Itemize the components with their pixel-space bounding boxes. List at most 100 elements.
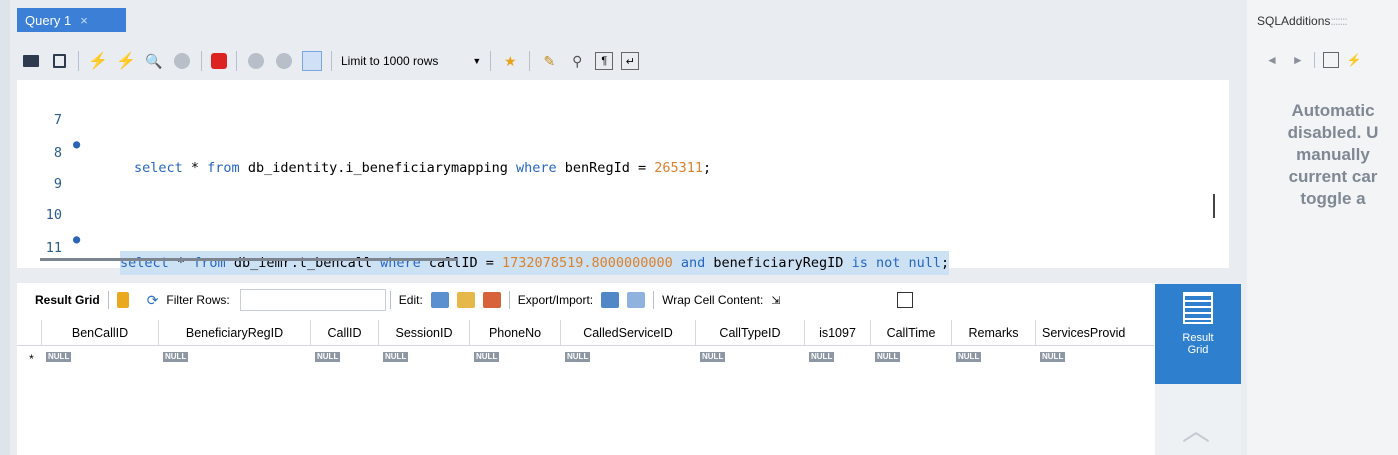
stop-icon[interactable] bbox=[172, 51, 192, 71]
limit-rows-label: Limit to 1000 rows bbox=[341, 54, 439, 68]
editor-line: 8 bbox=[17, 117, 1229, 161]
panel-nav: ◄ ► ⚡ bbox=[1266, 52, 1362, 68]
column-header[interactable]: is1097 bbox=[805, 320, 871, 346]
refresh-icon[interactable]: ⟳ bbox=[147, 292, 159, 309]
edit-row-icon[interactable] bbox=[430, 292, 449, 308]
save-icon[interactable] bbox=[49, 51, 69, 71]
editor-horizontal-scrollbar[interactable] bbox=[40, 258, 458, 261]
column-header[interactable]: SessionID bbox=[379, 320, 470, 346]
null-cell[interactable]: NULL bbox=[46, 352, 72, 362]
result-grid-tab[interactable]: Result Grid bbox=[35, 293, 100, 307]
wrap-cell-content-label: Wrap Cell Content: bbox=[662, 293, 764, 307]
panel-title: SQLAdditions::::::: bbox=[1257, 14, 1348, 28]
toolbar-divider bbox=[529, 51, 531, 71]
wrap-cell-icon[interactable]: ⇲ bbox=[771, 294, 780, 307]
null-cell[interactable]: NULL bbox=[809, 352, 835, 362]
line-number: 11 bbox=[45, 240, 62, 256]
nav-next-icon[interactable]: ► bbox=[1292, 53, 1304, 67]
toolbar-divider bbox=[1313, 52, 1315, 68]
open-file-icon[interactable] bbox=[21, 51, 41, 71]
execute-current-icon[interactable]: ⚡ bbox=[116, 51, 136, 71]
result-toolbar: Result Grid ⟳ Filter Rows: Edit: Export/… bbox=[17, 286, 1157, 314]
export-import-label: Export/Import: bbox=[517, 293, 594, 307]
toolbar-divider bbox=[201, 51, 202, 71]
column-header[interactable]: BeneficiaryRegID bbox=[159, 320, 311, 346]
toolbar-divider bbox=[653, 291, 655, 309]
toolbar-divider bbox=[389, 291, 391, 309]
toolbar-divider bbox=[236, 51, 237, 71]
toolbar-divider bbox=[78, 51, 79, 71]
insert-row-icon[interactable] bbox=[456, 292, 475, 308]
editor-line: 10 ● select * from db_iemr.t_bencall whe… bbox=[17, 179, 1229, 275]
left-gutter bbox=[0, 0, 10, 455]
grid-icon bbox=[1183, 292, 1213, 324]
rollback-icon[interactable] bbox=[274, 51, 294, 71]
find-icon[interactable]: ⚲ bbox=[567, 51, 587, 71]
column-header[interactable]: CallID bbox=[311, 320, 379, 346]
help-line: toggle a bbox=[1300, 189, 1366, 208]
autocommit-icon[interactable] bbox=[302, 51, 322, 71]
context-help-message: Automatic disabled. U manually current c… bbox=[1243, 100, 1398, 210]
toggle-panel-checkbox[interactable] bbox=[896, 292, 913, 308]
invisible-chars-icon[interactable]: ¶ bbox=[595, 52, 614, 70]
row-selector-header bbox=[17, 320, 42, 346]
tab-label: Query 1 bbox=[25, 12, 72, 28]
table-row[interactable]: * NULL NULL NULL NULL NULL NULL NULL NUL… bbox=[17, 346, 1154, 368]
column-header[interactable]: ServicesProvid bbox=[1036, 320, 1154, 346]
sql-statement-10[interactable]: select * from db_iemr.t_bencall where ca… bbox=[120, 251, 950, 275]
commit-icon[interactable] bbox=[246, 51, 266, 71]
null-cell[interactable]: NULL bbox=[875, 352, 901, 362]
import-icon[interactable] bbox=[627, 292, 646, 308]
sql-editor[interactable]: 7 ● select * from db_identity.i_benefici… bbox=[17, 80, 1229, 275]
wrap-lines-icon[interactable]: ↵ bbox=[621, 52, 640, 70]
help-line: manually bbox=[1296, 145, 1370, 164]
column-header[interactable]: BenCallID bbox=[42, 320, 159, 346]
column-header[interactable]: CalledServiceID bbox=[561, 320, 696, 346]
null-cell[interactable]: NULL bbox=[565, 352, 591, 362]
grid-header-row: BenCallID BeneficiaryRegID CallID Sessio… bbox=[17, 320, 1154, 346]
context-help-icon[interactable] bbox=[1322, 52, 1339, 68]
column-header[interactable]: CallTypeID bbox=[696, 320, 805, 346]
side-button-label-1: Result bbox=[1182, 332, 1214, 344]
null-cell[interactable]: NULL bbox=[700, 352, 726, 362]
null-cell[interactable]: NULL bbox=[315, 352, 341, 362]
result-grid-side-button[interactable]: Result Grid bbox=[1155, 284, 1241, 384]
filter-rows-input[interactable] bbox=[239, 289, 386, 311]
panel-title-text: SQLAdditions bbox=[1257, 14, 1331, 28]
column-header[interactable]: CallTime bbox=[871, 320, 952, 346]
null-cell[interactable]: NULL bbox=[383, 352, 409, 362]
toolbar-divider bbox=[508, 291, 510, 309]
explain-icon[interactable]: 🔍 bbox=[144, 51, 164, 71]
export-icon[interactable] bbox=[601, 292, 620, 308]
column-header[interactable]: Remarks bbox=[952, 320, 1036, 346]
help-line: current car bbox=[1288, 167, 1378, 186]
tab-query-1[interactable]: Query 1 × bbox=[17, 8, 126, 32]
panel-grip-icon[interactable]: ::::::: bbox=[1330, 14, 1347, 28]
execute-icon[interactable]: ⚡ bbox=[88, 51, 108, 71]
text-cursor bbox=[1213, 194, 1215, 218]
editor-line: 9 bbox=[17, 148, 1229, 192]
null-cell[interactable]: NULL bbox=[474, 352, 500, 362]
beautify-icon[interactable]: ✎ bbox=[539, 51, 559, 71]
null-cell[interactable]: NULL bbox=[1040, 352, 1066, 362]
auto-help-icon[interactable]: ⚡ bbox=[1347, 53, 1362, 67]
toolbar-divider bbox=[107, 291, 109, 309]
help-line: Automatic bbox=[1291, 101, 1375, 120]
delete-row-icon[interactable] bbox=[482, 292, 501, 308]
stop-on-error-icon[interactable] bbox=[211, 53, 227, 69]
nav-prev-icon[interactable]: ◄ bbox=[1266, 53, 1278, 67]
toolbar-divider bbox=[490, 51, 492, 71]
tab-close-icon[interactable]: × bbox=[80, 13, 88, 28]
chevron-up-icon[interactable]: ︿ bbox=[1181, 417, 1211, 445]
tab-strip bbox=[10, 0, 1244, 32]
toolbar-divider bbox=[331, 51, 332, 71]
null-cell[interactable]: NULL bbox=[163, 352, 189, 362]
form-view-icon[interactable] bbox=[116, 292, 129, 308]
sql-additions-panel bbox=[1247, 0, 1398, 455]
help-line: disabled. U bbox=[1287, 123, 1379, 142]
editor-line: 11 bbox=[17, 212, 1229, 256]
bookmark-icon[interactable]: ★ bbox=[500, 51, 520, 71]
limit-rows-select[interactable]: Limit to 1000 rows ▼ bbox=[337, 50, 485, 72]
null-cell[interactable]: NULL bbox=[956, 352, 982, 362]
column-header[interactable]: PhoneNo bbox=[470, 320, 561, 346]
